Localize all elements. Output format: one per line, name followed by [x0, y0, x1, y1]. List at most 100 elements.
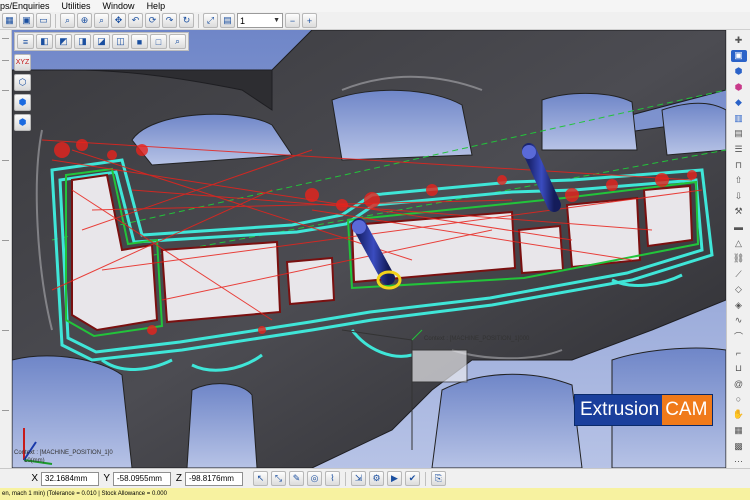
- cone-icon[interactable]: △: [731, 237, 747, 250]
- cube-solid-icon[interactable]: ⬢: [14, 114, 31, 131]
- view-toolbar: ≡ ◧ ◩ ◨ ◪ ◫ ■ □ ⌕: [14, 32, 189, 51]
- z-label: Z: [175, 473, 182, 484]
- logo-part-extrusion: Extrusion: [575, 395, 663, 425]
- view-iso-icon[interactable]: ◩: [55, 34, 72, 49]
- contour-icon[interactable]: ○: [731, 393, 747, 406]
- view-shaded-icon[interactable]: ■: [131, 34, 148, 49]
- cube-outline-icon[interactable]: ⬡: [14, 74, 31, 91]
- pocket-icon[interactable]: ⊔: [731, 362, 747, 375]
- refresh-icon[interactable]: ↻: [179, 13, 194, 28]
- coordinate-bar: X 32.1684mm Y -58.0955mm Z -98.8176mm ↖ …: [0, 468, 750, 488]
- cursor-icon[interactable]: ↖: [253, 471, 268, 486]
- spiral-icon[interactable]: @: [731, 377, 747, 390]
- view-wire-icon[interactable]: □: [150, 34, 167, 49]
- status-bar: en, mach 1 min) (Tolerance = 0.010 | Sto…: [0, 488, 750, 500]
- rotate-left-icon[interactable]: ↶: [128, 13, 143, 28]
- block-icon[interactable]: ▬: [731, 221, 747, 234]
- toolbar-divider: [425, 471, 426, 486]
- layers-icon[interactable]: ▤: [220, 13, 235, 28]
- window-icon[interactable]: ▭: [36, 13, 51, 28]
- zoom-fit-icon[interactable]: ⌕: [169, 34, 186, 49]
- edge-tick: [2, 38, 9, 39]
- menu-enquiries[interactable]: ps/Enquiries: [0, 0, 50, 12]
- mesh2-icon[interactable]: ▩: [731, 440, 747, 453]
- fit-view-icon[interactable]: ⤢: [203, 13, 218, 28]
- stamp-icon[interactable]: ⊓: [731, 159, 747, 172]
- arrow-up-icon[interactable]: ⇧: [731, 174, 747, 187]
- extrusioncam-logo: Extrusion CAM: [574, 394, 714, 426]
- menu-help[interactable]: Help: [147, 0, 166, 12]
- edge-tick: [2, 410, 9, 411]
- diamond-icon[interactable]: ◆: [731, 96, 747, 109]
- toolbar-divider: [55, 13, 56, 28]
- context-label-main: Context : [MACHINE_POSITION_1]000: [424, 336, 530, 342]
- select-icon[interactable]: ◎: [307, 471, 322, 486]
- rotate-icon[interactable]: ⟳: [145, 13, 160, 28]
- x-coordinate-field[interactable]: 32.1684mm: [41, 471, 99, 486]
- y-coordinate-field[interactable]: -58.0955mm: [113, 471, 171, 486]
- import-icon[interactable]: ⇲: [351, 471, 366, 486]
- minus-icon[interactable]: −: [285, 13, 300, 28]
- edge-tick: [2, 160, 9, 161]
- curve-icon[interactable]: ⌒: [731, 330, 747, 343]
- view-front-icon[interactable]: ◧: [36, 34, 53, 49]
- layer-select[interactable]: 1 ▼: [237, 13, 283, 28]
- zoom-in-icon[interactable]: ⊕: [77, 13, 92, 28]
- output-icon[interactable]: ⎘: [431, 471, 446, 486]
- cube-top-icon[interactable]: ▣: [730, 49, 747, 63]
- tool-icon[interactable]: ⚒: [731, 206, 747, 219]
- mesh-icon[interactable]: ▦: [731, 424, 747, 437]
- layers-stack-icon[interactable]: ▥: [731, 112, 747, 125]
- image-icon[interactable]: ▣: [19, 13, 34, 28]
- context-label-corner: Context : [MACHINE_POSITION_1]0: [14, 450, 113, 456]
- grid-icon[interactable]: ▦: [2, 13, 17, 28]
- rotate-right-icon[interactable]: ↷: [162, 13, 177, 28]
- view-top-icon[interactable]: ◨: [74, 34, 91, 49]
- logo-part-cam: CAM: [662, 395, 713, 425]
- z-coordinate-field[interactable]: -98.8176mm: [185, 471, 243, 486]
- plus-icon[interactable]: ✚: [731, 34, 747, 47]
- side-view-tools: XYZ ⬡ ⬢ ⬢: [14, 54, 31, 131]
- lasso-icon[interactable]: ⌇: [325, 471, 340, 486]
- machine-icon[interactable]: ⚙: [369, 471, 384, 486]
- paint-icon[interactable]: ✎: [289, 471, 304, 486]
- axes-icon[interactable]: XYZ: [14, 54, 31, 71]
- chevron-down-icon: ▼: [273, 17, 280, 24]
- menu-window[interactable]: Window: [103, 0, 135, 12]
- edge-tick: [2, 90, 9, 91]
- sheet-icon[interactable]: ▤: [731, 128, 747, 141]
- simulate-icon[interactable]: ▶: [387, 471, 402, 486]
- edge-icon[interactable]: ⌐: [731, 346, 747, 359]
- menu-utilities[interactable]: Utilities: [62, 0, 91, 12]
- menu-icon[interactable]: ≡: [17, 34, 34, 49]
- more-icon[interactable]: ⋯: [731, 455, 747, 468]
- hand-icon[interactable]: ✋: [731, 409, 747, 422]
- edge-tick: [2, 240, 9, 241]
- cube-color-icon[interactable]: ⬢: [731, 81, 747, 94]
- view-right-icon[interactable]: ◫: [112, 34, 129, 49]
- tilt-icon[interactable]: ⟋: [731, 268, 747, 281]
- link-icon[interactable]: ⛓: [731, 252, 747, 265]
- edge-tick: [2, 60, 9, 61]
- menu-bar: ps/Enquiries Utilities Window Help: [0, 0, 750, 12]
- pick-icon[interactable]: ⤡: [271, 471, 286, 486]
- zoom-icon[interactable]: ⌕: [60, 13, 75, 28]
- left-edge-bar: [0, 30, 12, 468]
- zoom-area-icon[interactable]: ⌕: [94, 13, 109, 28]
- pan-icon[interactable]: ✥: [111, 13, 126, 28]
- view-side-icon[interactable]: ◪: [93, 34, 110, 49]
- verify-icon[interactable]: ✔: [405, 471, 420, 486]
- plus-icon[interactable]: +: [302, 13, 317, 28]
- y-label: Y: [103, 473, 110, 484]
- toolbar-divider: [198, 13, 199, 28]
- drill-icon[interactable]: ⇩: [731, 190, 747, 203]
- list-icon[interactable]: ☰: [731, 143, 747, 156]
- cube-front-icon[interactable]: ⬢: [731, 65, 747, 78]
- layer-select-value: 1: [240, 15, 246, 26]
- shape2-icon[interactable]: ◈: [731, 299, 747, 312]
- main-toolbar: ▦ ▣ ▭ ⌕ ⊕ ⌕ ✥ ↶ ⟳ ↷ ↻ ⤢ ▤ 1 ▼ − +: [0, 12, 750, 30]
- cube-blue-icon[interactable]: ⬢: [14, 94, 31, 111]
- wave-icon[interactable]: ∿: [731, 315, 747, 328]
- shape-icon[interactable]: ◇: [731, 284, 747, 297]
- edge-tick: [2, 330, 9, 331]
